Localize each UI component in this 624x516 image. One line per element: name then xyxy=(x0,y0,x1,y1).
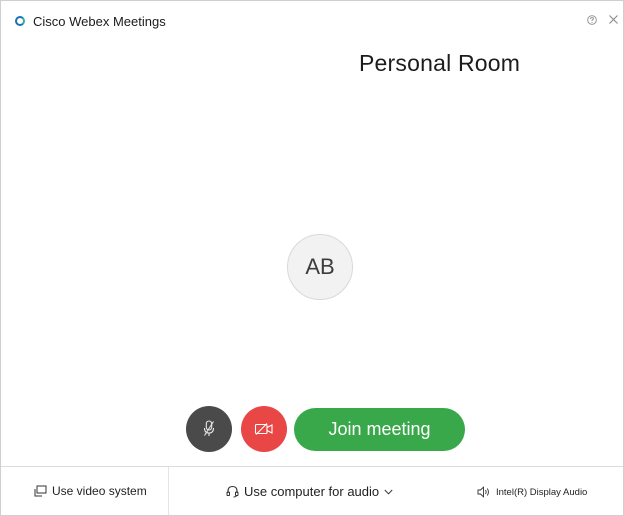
join-meeting-button[interactable]: Join meeting xyxy=(294,408,465,451)
footer-divider xyxy=(168,467,169,515)
avatar: AB xyxy=(287,234,353,300)
speaker-selector[interactable]: Intel(R) Display Audio xyxy=(477,486,587,498)
webex-logo-icon xyxy=(15,16,25,26)
webex-window: Cisco Webex Meetings Personal Room AB Jo… xyxy=(0,0,624,516)
chevron-down-icon xyxy=(384,489,393,495)
app-title: Cisco Webex Meetings xyxy=(33,14,166,29)
speaker-icon xyxy=(477,486,489,498)
headset-icon xyxy=(226,485,239,498)
microphone-muted-icon xyxy=(203,420,215,436)
help-icon[interactable] xyxy=(587,15,597,25)
use-video-system-label: Use video system xyxy=(52,484,147,498)
join-meeting-label: Join meeting xyxy=(328,419,431,439)
use-computer-audio-dropdown[interactable]: Use computer for audio xyxy=(226,484,393,499)
footer-bar: Use video system Use computer for audio xyxy=(1,466,623,515)
title-bar: Cisco Webex Meetings xyxy=(1,1,623,35)
video-button[interactable] xyxy=(241,406,287,452)
close-icon[interactable] xyxy=(609,15,618,24)
use-computer-audio-label: Use computer for audio xyxy=(244,484,380,499)
avatar-initials: AB xyxy=(305,254,335,279)
room-title: Personal Room xyxy=(359,50,521,76)
video-system-icon xyxy=(34,485,47,497)
video-off-icon xyxy=(254,423,273,435)
use-video-system-button[interactable]: Use video system xyxy=(34,484,147,498)
mute-button[interactable] xyxy=(186,406,232,452)
speaker-label: Intel(R) Display Audio xyxy=(496,486,588,498)
